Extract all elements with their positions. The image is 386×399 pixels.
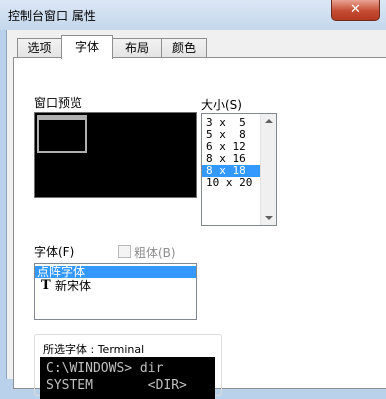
font-listbox[interactable]: 点阵字体 T 新宋体 — [34, 263, 197, 320]
scroll-up-arrow-icon[interactable] — [265, 119, 273, 123]
tab-layout[interactable]: 布局 — [112, 38, 162, 58]
tab-options[interactable]: 选项 — [17, 38, 62, 58]
size-listbox[interactable]: 3 x 5 5 x 8 6 x 12 8 x 16 8 x 18 10 x 20 — [201, 113, 277, 226]
font-item-selected[interactable]: 点阵字体 — [35, 266, 196, 278]
window-title: 控制台窗口 属性 — [8, 9, 96, 23]
tab-label: 选项 — [27, 41, 52, 55]
size-label: 大小(S) — [201, 98, 242, 112]
tab-label: 布局 — [124, 41, 149, 55]
titlebar: 控制台窗口 属性 ✕ — [0, 0, 386, 30]
size-scrollbar[interactable] — [260, 114, 276, 225]
selected-font-label: 所选字体 : Terminal — [41, 341, 147, 357]
tab-label: 字体 — [74, 40, 99, 54]
window-preview — [34, 112, 197, 198]
font-label: 字体(F) — [34, 245, 75, 259]
font-item[interactable]: T 新宋体 — [35, 278, 196, 293]
tab-font[interactable]: 字体 — [61, 35, 113, 59]
sample-line: C:\WINDOWS> dir — [46, 361, 164, 376]
font-name: 新宋体 — [55, 279, 92, 293]
preview-label: 窗口预览 — [34, 96, 83, 110]
scroll-down-arrow-icon[interactable] — [265, 216, 273, 220]
close-button[interactable]: ✕ — [331, 0, 380, 21]
font-name: 点阵字体 — [37, 265, 86, 279]
bold-label: 粗体(B) — [134, 246, 176, 260]
bold-checkbox[interactable] — [118, 245, 131, 258]
sample-line: SYSTEM <DIR> — [46, 378, 187, 393]
dialog-client: 选项 字体 布局 颜色 窗口预览 大小(S) 3 x 5 5 x 8 6 x 1… — [6, 30, 386, 399]
tab-colors[interactable]: 颜色 — [161, 38, 207, 58]
font-sample-terminal: C:\WINDOWS> dir SYSTEM <DIR> — [40, 357, 215, 399]
tab-label: 颜色 — [171, 41, 196, 55]
close-icon: ✕ — [350, 2, 361, 17]
truetype-icon: T — [41, 278, 51, 293]
preview-mini-window — [37, 115, 87, 153]
font-tab-panel: 窗口预览 大小(S) 3 x 5 5 x 8 6 x 12 8 x 16 8 x… — [13, 57, 386, 399]
